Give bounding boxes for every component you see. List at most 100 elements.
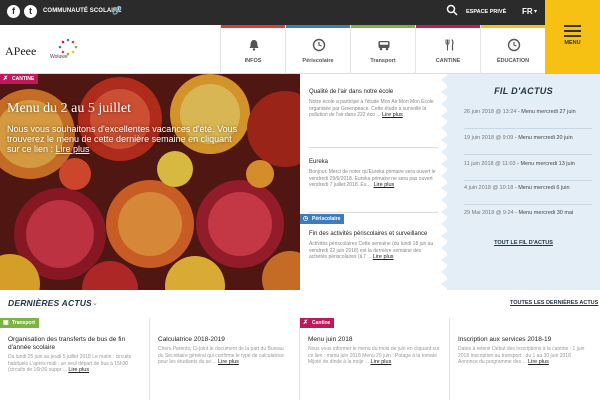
tag-label: Périscolaire [312, 216, 341, 222]
news-item[interactable]: Eureka Bonjour, Merci de noter qu'Eureka… [300, 158, 447, 189]
nav-item-infos[interactable]: INFOS [220, 25, 285, 74]
card-excerpt: Du lundi 25 juin au jeudi 5 juillet 2018… [8, 354, 140, 374]
read-more-link[interactable]: Lire plus [218, 359, 239, 365]
logo[interactable]: APeee Woluwe [5, 38, 85, 68]
zigzag-divider [441, 74, 449, 290]
language-selector[interactable]: FR [522, 7, 533, 16]
feed-date: 29 Mai 2018 @ 9:24 [464, 210, 514, 216]
latest-news-section: DERNIÈRES ACTUS ⌄ TOUTES LES DERNIÈRES A… [0, 290, 600, 400]
category-tag[interactable]: ✗ Cantine [300, 318, 335, 328]
chevron-down-icon: ⌄ [92, 300, 98, 307]
nav-label: INFOS [244, 58, 262, 64]
category-tag[interactable]: ◷ Périscolaire [300, 214, 345, 224]
private-space-link[interactable]: ESPACE PRIVÉ [466, 9, 506, 15]
feed-date: 26 juin 2018 @ 13:24 [464, 109, 517, 115]
bell-icon [249, 40, 259, 51]
featured-news-list: Qualité de l'air dans notre école Notre … [300, 74, 447, 290]
news-excerpt-text: Notre école a participé à l'étude Mon Ai… [309, 99, 434, 118]
nav-accent [286, 25, 350, 28]
news-excerpt-text: Activités périscolaires Cette semaine (d… [309, 241, 434, 260]
card-title[interactable]: Calculatrice 2018-2019 [158, 336, 288, 344]
menu-button[interactable]: MENU [545, 0, 600, 74]
news-card[interactable]: Inscription aux services 2018-19 Dates à… [450, 318, 600, 400]
section-title: DERNIÈRES ACTUS [8, 298, 92, 308]
nav-accent [481, 25, 545, 28]
news-title[interactable]: Eureka [309, 158, 438, 166]
feed-item[interactable]: 19 juin 2018 @ 9:09 - Menu mercredi 20 j… [464, 135, 592, 142]
hero-banner[interactable]: ✗ CANTINE Menu du 2 au 5 juillet Nous vou… [0, 74, 300, 290]
read-more-link[interactable]: Lire plus [382, 112, 403, 118]
divider [309, 212, 438, 213]
tag-label: Cantine [312, 320, 331, 326]
cutlery-icon: ✗ [303, 320, 309, 326]
clock-icon [507, 38, 521, 52]
nav-label: Transport [370, 58, 396, 64]
read-more-link[interactable]: Lire plus [371, 359, 392, 365]
read-more-link[interactable]: Lire plus [56, 144, 90, 154]
feed-item[interactable]: 26 juin 2018 @ 13:24 - Menu mercredi 27 … [464, 109, 592, 116]
category-tag[interactable]: ✗ CANTINE [0, 74, 39, 84]
community-link[interactable]: COMMUNAUTÉ SCOLAIRE [43, 8, 122, 14]
news-item[interactable]: Qualité de l'air dans notre école Notre … [300, 88, 447, 119]
news-title[interactable]: Qualité de l'air dans notre école [309, 88, 438, 96]
divider [464, 180, 592, 181]
card-excerpt-text: Dates à retenir Début des inscriptions à… [458, 346, 585, 365]
feed-date: 11 juin 2018 @ 11:03 [464, 161, 516, 167]
feed-item[interactable]: 4 juin 2018 @ 10:18 - Menu mercredi 6 ju… [464, 185, 592, 192]
nav-item-education[interactable]: ÉDUCATION [480, 25, 545, 74]
card-excerpt: Nous vous informer le menu du mois de ju… [308, 346, 440, 366]
site-header: APeee Woluwe INFOS Périscolaire Transpor… [0, 25, 545, 74]
feed-text: - Menu mercredi 30 mai [513, 210, 574, 216]
nav-item-transport[interactable]: Transport [350, 25, 415, 74]
tag-label: CANTINE [12, 76, 35, 82]
read-more-link[interactable]: Lire plus [373, 254, 394, 260]
search-icon[interactable] [446, 4, 458, 16]
feed-item[interactable]: 11 juin 2018 @ 11:03 - Menu mercredi 13 … [464, 161, 592, 168]
feed-text: - Menu mercredi 20 juin [513, 135, 573, 141]
nav-item-periscolaire[interactable]: Périscolaire [285, 25, 350, 74]
card-title[interactable]: Inscription aux services 2018-19 [458, 336, 588, 344]
news-item[interactable]: Fin des activités périscolaires et surve… [300, 230, 447, 261]
category-tag[interactable]: ▣ Transport [0, 318, 40, 328]
nav-accent [351, 25, 415, 28]
bus-icon [378, 41, 390, 51]
feed-text: - Menu mercredi 6 juin [513, 185, 570, 191]
chevron-down-icon[interactable]: ▾ [534, 8, 537, 15]
divider [464, 204, 592, 205]
card-title[interactable]: Organisation des transferts de bus de fi… [8, 336, 138, 352]
tag-label: Transport [12, 320, 36, 326]
card-title[interactable]: Menu juin 2018 [308, 336, 438, 344]
clock-icon [312, 38, 326, 52]
feed-text: - Menu mercredi 13 juin [515, 161, 575, 167]
bus-icon: ▣ [3, 320, 9, 326]
nav-item-cantine[interactable]: CANTINE [415, 25, 480, 74]
divider [309, 147, 438, 148]
feed-text: - Menu mercredi 27 juin [516, 109, 576, 115]
nav-accent [221, 25, 285, 28]
news-card[interactable]: ▣ Transport Organisation des transferts d… [0, 318, 150, 400]
news-feed-panel: FIL D'ACTUS 26 juin 2018 @ 13:24 - Menu … [447, 74, 600, 290]
all-latest-news-link[interactable]: TOUTES LES DERNIÈRES ACTUS [510, 300, 598, 306]
menu-label: MENU [564, 40, 581, 46]
twitter-icon[interactable]: t [24, 5, 37, 18]
read-more-link[interactable]: Lire plus [374, 182, 395, 188]
news-card[interactable]: ✗ Cantine Menu juin 2018 Nous vous inform… [300, 318, 450, 400]
divider [464, 128, 592, 129]
feed-item[interactable]: 29 Mai 2018 @ 9:24 - Menu mercredi 30 ma… [464, 210, 592, 217]
news-excerpt: Bonjour, Merci de noter qu'Eureka primai… [309, 169, 438, 189]
card-excerpt: Chers Parents, Ci-joint le document de l… [158, 346, 290, 366]
all-feed-link[interactable]: TOUT LE FIL D'ACTUS [447, 240, 600, 246]
read-more-link[interactable]: Lire plus [68, 367, 89, 373]
logo-text: APeee [5, 44, 37, 58]
cutlery-icon: ✗ [3, 76, 9, 82]
news-card[interactable]: Calculatrice 2018-2019 Chers Parents, Ci… [150, 318, 300, 400]
top-bar: f t COMMUNAUTÉ SCOLAIRE 🔗 ESPACE PRIVÉ F… [0, 0, 600, 25]
cutlery-icon [445, 39, 454, 51]
news-title[interactable]: Fin des activités périscolaires et surve… [309, 230, 438, 238]
hero-text: Nous vous souhaitons d'excellentes vacan… [7, 124, 239, 154]
facebook-icon[interactable]: f [7, 5, 20, 18]
news-excerpt: Notre école a participé à l'étude Mon Ai… [309, 99, 438, 119]
read-more-link[interactable]: Lire plus [528, 359, 549, 365]
hero-title[interactable]: Menu du 2 au 5 juillet [7, 101, 131, 117]
news-excerpt-text: Bonjour, Merci de noter qu'Eureka primai… [309, 169, 436, 188]
